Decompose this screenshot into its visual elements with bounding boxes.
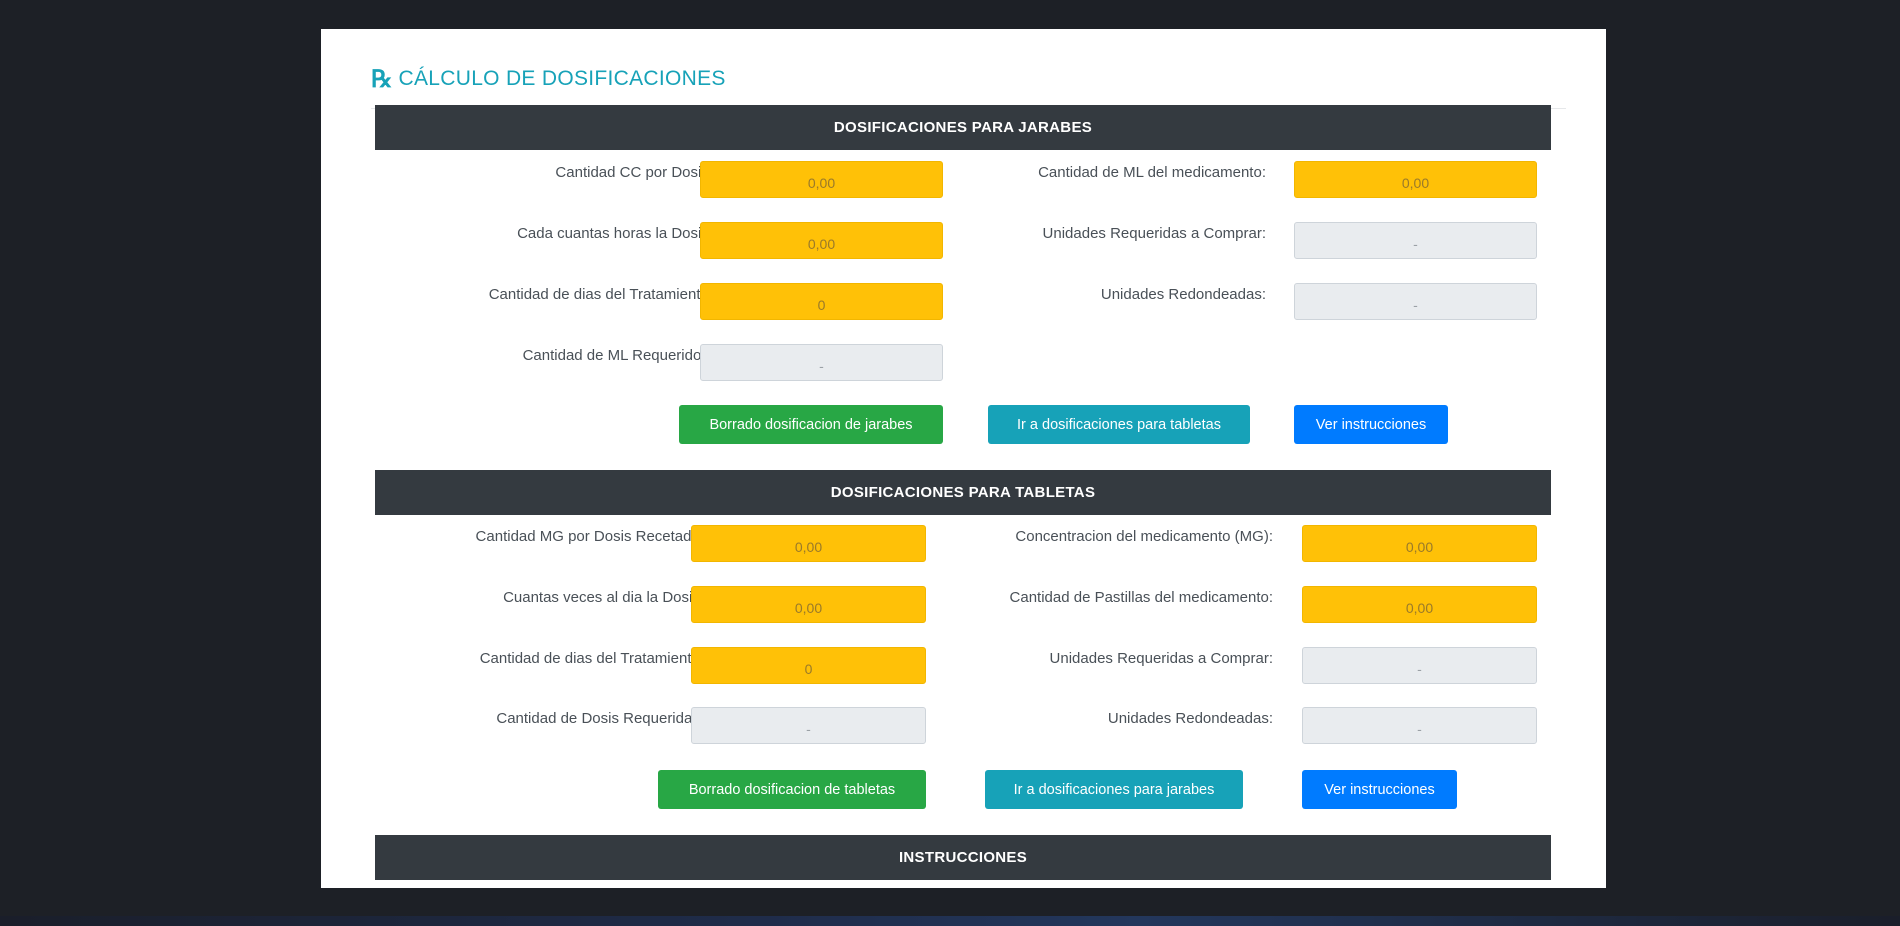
goto-tabletas-button[interactable]: Ir a dosificaciones para tabletas (988, 405, 1250, 444)
output-unidades-comprar-tab: - (1302, 647, 1537, 684)
label-mg-por-dosis: Cantidad MG por Dosis Recetada: (475, 528, 704, 545)
card-header: ℞ CÁLCULO DE DOSIFICACIONES (371, 49, 1566, 109)
label-veces-dia: Cuantas veces al dia la Dosis: (503, 589, 704, 606)
input-mg-por-dosis[interactable]: 0,00 (691, 525, 926, 562)
dosage-calculator-card: ℞ CÁLCULO DE DOSIFICACIONES DOSIFICACION… (321, 29, 1606, 888)
goto-jarabes-button[interactable]: Ir a dosificaciones para jarabes (985, 770, 1243, 809)
input-ml-medicamento[interactable]: 0,00 (1294, 161, 1537, 198)
output-unidades-redondeadas: - (1294, 283, 1537, 320)
label-unidades-comprar: Unidades Requeridas a Comprar: (1042, 225, 1266, 242)
label-unidades-comprar-tab: Unidades Requeridas a Comprar: (1049, 650, 1273, 667)
input-dias-tratamiento-tab[interactable]: 0 (691, 647, 926, 684)
input-pastillas-medicamento[interactable]: 0,00 (1302, 586, 1537, 623)
clear-tabletas-button[interactable]: Borrado dosificacion de tabletas (658, 770, 926, 809)
output-ml-requeridos: - (700, 344, 943, 381)
section-header-instrucciones: INSTRUCCIONES (375, 835, 1551, 880)
input-horas-dosis[interactable]: 0,00 (700, 222, 943, 259)
input-veces-dia[interactable]: 0,00 (691, 586, 926, 623)
clear-jarabes-button[interactable]: Borrado dosificacion de jarabes (679, 405, 943, 444)
output-unidades-comprar: - (1294, 222, 1537, 259)
label-cc-por-dosis: Cantidad CC por Dosis: (555, 164, 713, 181)
page-title: CÁLCULO DE DOSIFICACIONES (398, 66, 726, 90)
input-dias-tratamiento[interactable]: 0 (700, 283, 943, 320)
label-dias-tratamiento: Cantidad de dias del Tratamiento: (488, 286, 713, 303)
output-unidades-redondeadas-tab: - (1302, 707, 1537, 744)
label-dosis-requeridas: Cantidad de Dosis Requeridas: (496, 710, 704, 727)
ver-instrucciones-jarabes-button[interactable]: Ver instrucciones (1294, 405, 1448, 444)
label-horas-dosis: Cada cuantas horas la Dosis: (517, 225, 713, 242)
desktop-taskbar-edge (0, 916, 1900, 926)
input-concentracion[interactable]: 0,00 (1302, 525, 1537, 562)
rx-icon: ℞ (371, 63, 393, 93)
label-ml-requeridos: Cantidad de ML Requeridos: (522, 347, 713, 364)
label-dias-tratamiento-tab: Cantidad de dias del Tratamiento: (479, 650, 704, 667)
output-dosis-requeridas: - (691, 707, 926, 744)
label-unidades-redondeadas: Unidades Redondeadas: (1100, 286, 1266, 303)
label-pastillas-medicamento: Cantidad de Pastillas del medicamento: (1009, 589, 1273, 606)
label-unidades-redondeadas-tab: Unidades Redondeadas: (1107, 710, 1273, 727)
input-cc-por-dosis[interactable]: 0,00 (700, 161, 943, 198)
label-ml-medicamento: Cantidad de ML del medicamento: (1038, 164, 1266, 181)
section-header-tabletas: DOSIFICACIONES PARA TABLETAS (375, 470, 1551, 515)
label-concentracion: Concentracion del medicamento (MG): (1015, 528, 1273, 545)
section-header-jarabes: DOSIFICACIONES PARA JARABES (375, 105, 1551, 150)
ver-instrucciones-tabletas-button[interactable]: Ver instrucciones (1302, 770, 1457, 809)
